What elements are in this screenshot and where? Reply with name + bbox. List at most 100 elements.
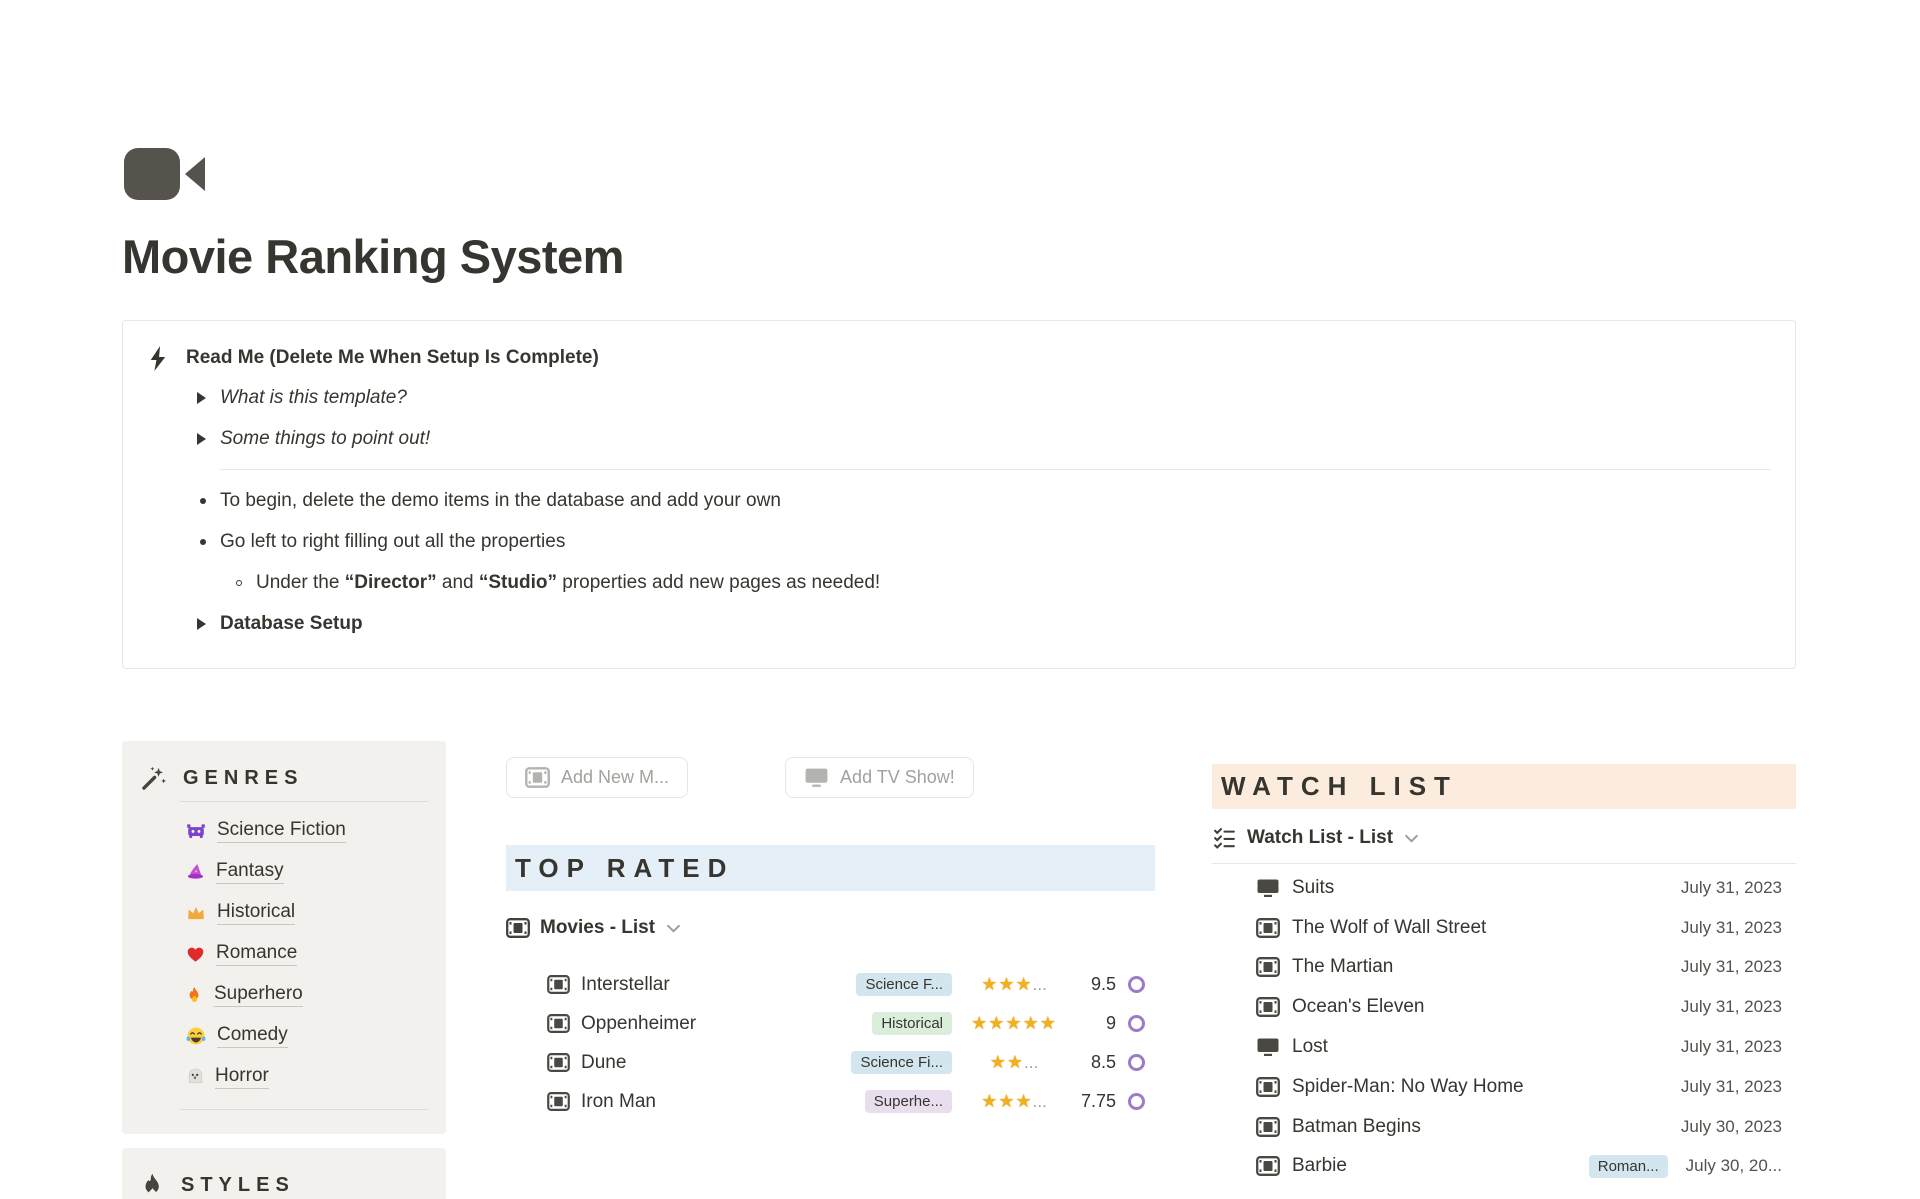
table-row-iron-man[interactable]: Iron Man Superhe... ★★★... 7.75: [506, 1082, 1155, 1121]
movie-title[interactable]: Batman Begins: [1292, 1116, 1681, 1138]
film-frames-icon: [1256, 997, 1280, 1017]
genre-tag: Historical: [872, 1012, 952, 1035]
genres-box: GENRES Science Fiction: [122, 741, 446, 1134]
video-camera-icon[interactable]: [122, 146, 210, 202]
date-value: July 30, 2023: [1681, 1117, 1782, 1137]
crown-icon: [186, 904, 206, 921]
divider: [180, 1109, 428, 1110]
bullet-icon: [197, 498, 220, 504]
watch-row-the-martian[interactable]: The Martian July 31, 2023: [1212, 948, 1796, 988]
sub-bullet-item: Under the “Director” and “Studio” proper…: [233, 562, 1771, 603]
watch-row-batman-begins[interactable]: Batman Begins July 30, 2023: [1212, 1107, 1796, 1147]
star-rating: ★★★...: [966, 974, 1062, 995]
genre-tag: Roman...: [1589, 1155, 1668, 1178]
toggle-what-is-template[interactable]: What is this template?: [197, 377, 1771, 418]
chevron-down-icon: [667, 924, 680, 933]
movie-title[interactable]: Spider-Man: No Way Home: [1292, 1076, 1681, 1098]
watch-list-heading-band: WATCH LIST: [1212, 764, 1796, 809]
circle-bullet-icon: [233, 580, 256, 586]
star-rating: ★★★★★: [966, 1013, 1062, 1034]
genre-link-science-fiction[interactable]: Science Fiction: [140, 810, 428, 851]
toggle-things-to-point-out[interactable]: Some things to point out!: [197, 418, 1771, 459]
magic-wand-icon: [140, 765, 167, 792]
date-value: July 31, 2023: [1681, 997, 1782, 1017]
genre-link-fantasy[interactable]: Fantasy: [140, 851, 428, 892]
date-value: July 31, 2023: [1681, 1037, 1782, 1057]
genre-link-historical[interactable]: Historical: [140, 892, 428, 933]
genre-tag: Superhe...: [865, 1090, 952, 1113]
film-frames-icon: [547, 1014, 570, 1033]
movie-title[interactable]: Iron Man: [581, 1091, 865, 1113]
ghost-icon: [186, 1067, 204, 1086]
watch-list-view-selector[interactable]: Watch List - List: [1212, 819, 1796, 857]
watch-row-barbie[interactable]: Barbie Roman... July 30, 20...: [1212, 1147, 1796, 1187]
film-frames-icon: [525, 767, 550, 788]
add-new-movie-button[interactable]: Add New M...: [506, 757, 688, 798]
movies-list-view-selector[interactable]: Movies - List: [506, 909, 1155, 947]
flame-icon: [140, 1172, 165, 1199]
movie-title[interactable]: Interstellar: [581, 974, 856, 996]
bullet-item: To begin, delete the demo items in the d…: [197, 480, 1771, 521]
styles-title: STYLES: [181, 1174, 295, 1197]
watch-row-suits[interactable]: Suits July 31, 2023: [1212, 868, 1796, 908]
wizard-hat-icon: [186, 862, 205, 881]
rating-value: 9: [1066, 1013, 1116, 1034]
movie-title[interactable]: Ocean's Eleven: [1292, 996, 1681, 1018]
toggle-database-setup[interactable]: Database Setup: [197, 603, 1771, 644]
date-value: July 30, 20...: [1686, 1156, 1782, 1176]
genre-link-horror[interactable]: Horror: [140, 1056, 428, 1097]
watch-row-lost[interactable]: Lost July 31, 2023: [1212, 1027, 1796, 1067]
show-title[interactable]: Lost: [1292, 1036, 1681, 1058]
add-tv-show-button[interactable]: Add TV Show!: [785, 757, 974, 798]
top-rated-title: TOP RATED: [515, 853, 734, 884]
star-rating: ★★...: [966, 1052, 1062, 1073]
film-frames-icon: [1256, 918, 1280, 938]
genre-link-comedy[interactable]: Comedy: [140, 1015, 428, 1056]
lightning-bolt-icon: [147, 345, 169, 372]
film-frames-icon: [1256, 1156, 1280, 1176]
alien-monster-icon: [186, 822, 206, 839]
watched-checkbox[interactable]: [1128, 976, 1145, 993]
genre-link-superhero[interactable]: Superhero: [140, 974, 428, 1015]
top-rated-heading-band: TOP RATED: [506, 845, 1155, 891]
film-frames-icon: [547, 1092, 570, 1111]
show-title[interactable]: Suits: [1292, 877, 1681, 899]
watched-checkbox[interactable]: [1128, 1054, 1145, 1071]
table-row-oppenheimer[interactable]: Oppenheimer Historical ★★★★★ 9: [506, 1004, 1155, 1043]
date-value: July 31, 2023: [1681, 918, 1782, 938]
divider: [220, 469, 1771, 470]
readme-callout: Read Me (Delete Me When Setup Is Complet…: [122, 320, 1796, 669]
notion-page: Movie Ranking System Read Me (Delete Me …: [0, 0, 1920, 1199]
watch-row-wolf-of-wall-street[interactable]: The Wolf of Wall Street July 31, 2023: [1212, 908, 1796, 948]
genres-title: GENRES: [183, 767, 303, 790]
date-value: July 31, 2023: [1681, 957, 1782, 977]
rating-value: 8.5: [1066, 1052, 1116, 1073]
watched-checkbox[interactable]: [1128, 1093, 1145, 1110]
toggle-arrow-icon[interactable]: [197, 618, 220, 630]
table-row-interstellar[interactable]: Interstellar Science F... ★★★... 9.5: [506, 965, 1155, 1004]
checklist-icon: [1212, 826, 1237, 851]
genre-tag: Science Fi...: [851, 1051, 952, 1074]
movie-title[interactable]: Oppenheimer: [581, 1013, 872, 1035]
genre-tag: Science F...: [856, 973, 952, 996]
tv-monitor-icon: [804, 767, 829, 788]
movie-title[interactable]: Dune: [581, 1052, 851, 1074]
tv-monitor-icon: [1256, 878, 1280, 898]
watch-row-oceans-eleven[interactable]: Ocean's Eleven July 31, 2023: [1212, 987, 1796, 1027]
styles-box: STYLES: [122, 1148, 446, 1199]
film-frames-icon: [506, 918, 530, 938]
rating-value: 7.75: [1066, 1091, 1116, 1112]
film-frames-icon: [547, 975, 570, 994]
table-row-dune[interactable]: Dune Science Fi... ★★... 8.5: [506, 1043, 1155, 1082]
movie-title[interactable]: The Martian: [1292, 956, 1681, 978]
movie-title[interactable]: The Wolf of Wall Street: [1292, 917, 1681, 939]
watched-checkbox[interactable]: [1128, 1015, 1145, 1032]
movie-title[interactable]: Barbie: [1292, 1155, 1589, 1177]
divider: [180, 801, 428, 802]
film-frames-icon: [1256, 1117, 1280, 1137]
rating-value: 9.5: [1066, 974, 1116, 995]
toggle-arrow-icon[interactable]: [197, 433, 220, 445]
toggle-arrow-icon[interactable]: [197, 392, 220, 404]
genre-link-romance[interactable]: Romance: [140, 933, 428, 974]
watch-row-spider-man[interactable]: Spider-Man: No Way Home July 31, 2023: [1212, 1067, 1796, 1107]
